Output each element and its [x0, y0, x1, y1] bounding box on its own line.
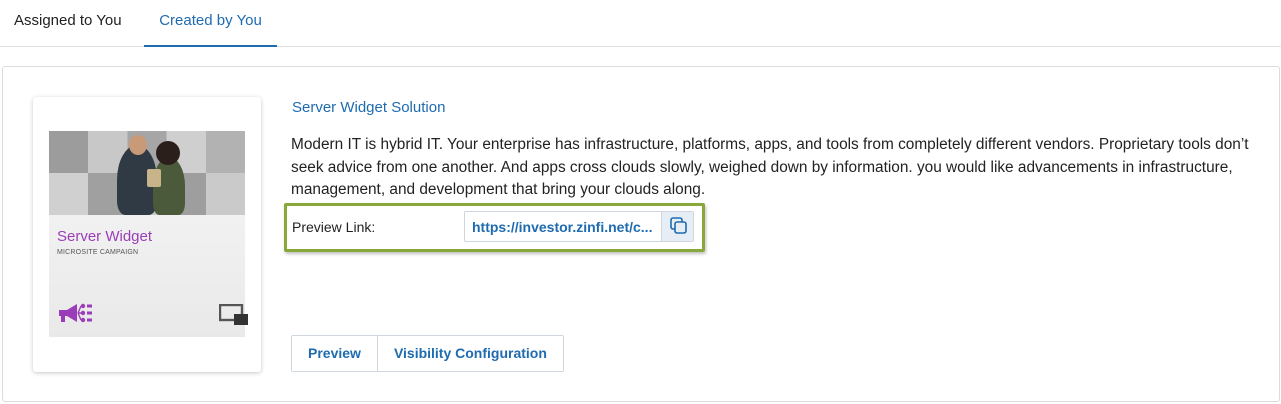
campaign-photo [49, 131, 245, 215]
preview-link-url[interactable]: https://investor.zinfi.net/c... [472, 219, 660, 235]
copy-link-button[interactable] [661, 212, 693, 241]
preview-link-field[interactable]: https://investor.zinfi.net/c... [464, 211, 694, 242]
copy-icon [670, 217, 687, 234]
tab-assigned-to-you[interactable]: Assigned to You [14, 0, 122, 47]
preview-button[interactable]: Preview [292, 336, 377, 371]
tab-created-by-you[interactable]: Created by You [144, 0, 277, 47]
card-subtitle: MICROSITE CAMPAIGN [57, 249, 139, 256]
item-description: Modern IT is hybrid IT. Your enterprise … [291, 136, 1249, 198]
card-title: Server Widget [57, 228, 153, 245]
action-buttons: Preview Visibility Configuration [291, 335, 564, 372]
screen-icon [219, 304, 248, 325]
campaign-card[interactable]: Server Widget MICROSITE CAMPAIGN [33, 97, 261, 372]
visibility-configuration-button[interactable]: Visibility Configuration [376, 336, 563, 371]
megaphone-share-icon [59, 303, 92, 323]
tab-bar: Assigned to You Created by You [0, 0, 1281, 47]
item-title[interactable]: Server Widget Solution [292, 99, 445, 116]
campaign-thumbnail: Server Widget MICROSITE CAMPAIGN [49, 131, 248, 337]
preview-link-label: Preview Link: [292, 219, 376, 235]
